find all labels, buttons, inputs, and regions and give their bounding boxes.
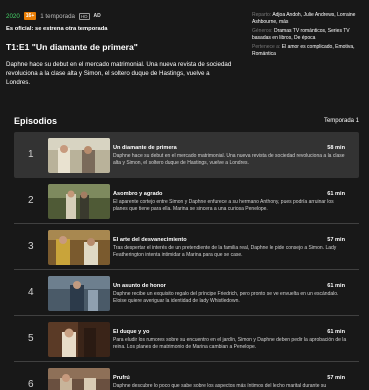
episode-summary: El aparente cortejo entre Simon y Daphne… <box>113 199 334 212</box>
season-selector[interactable]: Temporada 1 <box>324 118 359 124</box>
episode-item[interactable]: 2 Asombro y agrado 61 min El aparente co… <box>14 178 359 224</box>
episode-description: Daphne hace su debut en el mercado matri… <box>6 61 232 86</box>
episode-duration: 57 min <box>327 375 345 381</box>
episodes-header: Episodios Temporada 1 <box>14 116 359 126</box>
episode-thumbnail <box>48 230 110 265</box>
episode-number: 1 <box>28 149 34 160</box>
episode-number: 2 <box>28 195 34 206</box>
episode-title: Un asunto de honor <box>113 283 166 289</box>
episode-title: El arte del desvanecimiento <box>113 237 187 243</box>
age-rating-badge: 16+ <box>23 12 37 20</box>
episode-duration: 57 min <box>327 237 345 243</box>
episode-item[interactable]: 5 El duque y yo 61 min Para eludir los r… <box>14 316 359 362</box>
seasons-count: 1 temporada <box>40 12 75 20</box>
episode-item[interactable]: 3 El arte del desvanecimiento 57 min Tra… <box>14 224 359 270</box>
episode-item[interactable]: 6 Prufrú 57 min Daphne descubre lo poco … <box>14 362 359 390</box>
details-column: Reparto: Adjoa Andoh, Julie Andrews, Lor… <box>252 12 365 61</box>
genres-label: Géneros: <box>252 28 273 35</box>
episode-title: T1:E1 "Un diamante de primera" <box>6 42 138 52</box>
hd-badge: HD <box>79 12 90 20</box>
episode-summary: Para eludir los rumores sobre su encuent… <box>113 337 347 350</box>
release-year: 2020 <box>6 12 20 20</box>
episode-thumbnail <box>48 184 110 219</box>
episode-number: 5 <box>28 333 34 344</box>
tags-row: Pertenece a: El amor es complicado, Emot… <box>252 44 365 57</box>
episode-thumbnail <box>48 368 110 390</box>
episode-summary: Daphne hace su debut en el mercado matri… <box>113 153 345 166</box>
episode-thumbnail <box>48 322 110 357</box>
episode-title: Asombro y agrado <box>113 191 163 197</box>
tags-label: Pertenece a: <box>252 44 281 51</box>
episode-summary: Tras despertar el interés de un pretendi… <box>113 245 337 258</box>
episode-title: Prufrú <box>113 375 130 381</box>
episode-summary: Daphne recibe un exquisito regalo del pr… <box>113 291 339 304</box>
episode-number: 3 <box>28 241 34 252</box>
episode-duration: 61 min <box>327 283 345 289</box>
episode-title: El duque y yo <box>113 329 150 335</box>
episode-list: 1 Un diamante de primera 58 min Daphne h… <box>14 132 359 390</box>
meta-row: 2020 16+ 1 temporada HD AD <box>6 12 241 20</box>
episode-thumbnail <box>48 276 110 311</box>
promo-text: Es oficial: se estrena otra temporada <box>6 26 108 32</box>
genres-row: Géneros: Dramas TV románticos, Series TV… <box>252 28 365 41</box>
episodes-heading: Episodios <box>14 116 58 126</box>
episode-duration: 61 min <box>327 191 345 197</box>
cast-label: Reparto: <box>252 12 272 18</box>
episode-thumbnail <box>48 138 110 173</box>
audio-description-icon: AD <box>93 13 101 19</box>
episode-title: Un diamante de primera <box>113 145 177 151</box>
episode-duration: 61 min <box>327 329 345 335</box>
episode-number: 4 <box>28 287 34 298</box>
episode-item[interactable]: 1 Un diamante de primera 58 min Daphne h… <box>14 132 359 178</box>
episode-summary: Daphne descubre lo poco que sabe sobre l… <box>113 383 327 389</box>
overview: 2020 16+ 1 temporada HD AD Es oficial: s… <box>6 12 241 87</box>
episode-duration: 58 min <box>327 145 345 151</box>
episode-item[interactable]: 4 Un asunto de honor 61 min Daphne recib… <box>14 270 359 316</box>
cast-row: Reparto: Adjoa Andoh, Julie Andrews, Lor… <box>252 12 365 25</box>
episode-number: 6 <box>28 379 34 390</box>
